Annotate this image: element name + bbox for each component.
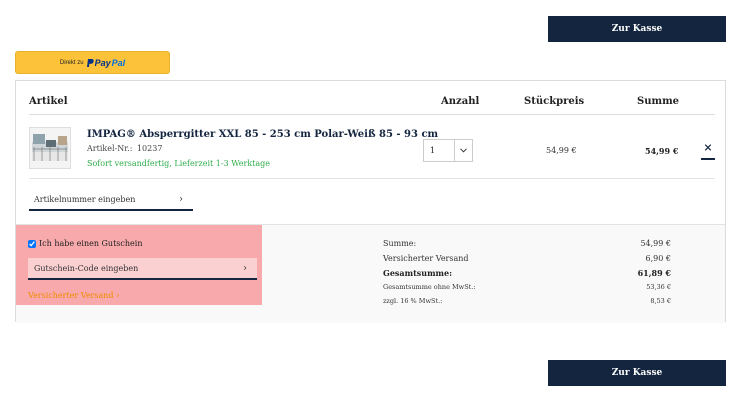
totals-value: 61,89 €	[637, 268, 671, 278]
totals-value: 6,90 €	[645, 253, 671, 263]
article-number-placeholder: Artikelnummer eingeben	[34, 194, 136, 204]
cart-summary-area: Ich habe einen Gutschein Gutschein-Code …	[16, 224, 725, 323]
checkout-button-bottom[interactable]: Zur Kasse	[548, 360, 726, 386]
product-article-number: Artikel-Nr.: 10237	[87, 144, 162, 153]
line-total: 54,99 €	[645, 146, 679, 156]
remove-underline	[701, 158, 715, 160]
product-image-icon	[30, 128, 70, 168]
paypal-brand-pal: Pal	[111, 57, 126, 68]
totals-value: 54,99 €	[640, 239, 671, 248]
voucher-checkbox-label: Ich habe einen Gutschein	[39, 239, 143, 248]
product-availability: Sofort versandfertig, Lieferzeit 1-3 Wer…	[87, 159, 271, 168]
totals-label: Gesamtsumme:	[383, 268, 453, 278]
voucher-checkbox[interactable]	[28, 239, 36, 248]
paypal-express-button[interactable]: Direkt zu Pay Pal	[15, 51, 170, 74]
totals-table: Summe: 54,99 € Versicherter Versand 6,90…	[383, 239, 671, 312]
header-anzahl: Anzahl	[441, 96, 480, 107]
remove-item-button[interactable]: ×	[702, 141, 714, 154]
row-divider	[29, 178, 715, 179]
insured-shipping-link[interactable]: Versicherter Versand ›	[28, 291, 119, 300]
quantity-select[interactable]: 1	[423, 139, 473, 162]
voucher-code-input[interactable]: Gutschein-Code eingeben ›	[28, 258, 257, 280]
cart-table-header: Artikel Anzahl Stückpreis Summe	[16, 81, 725, 113]
chevron-right-icon: ›	[243, 262, 247, 274]
totals-row-summe: Summe: 54,99 €	[383, 239, 671, 254]
header-stueckpreis: Stückpreis	[524, 96, 585, 107]
paypal-icon	[86, 58, 94, 67]
header-summe: Summe	[637, 96, 680, 107]
product-name-link[interactable]: IMPAG® Absperrgitter XXL 85 - 253 cm Pol…	[87, 129, 438, 140]
totals-value: 53,36 €	[646, 282, 671, 291]
artnr-label: Artikel-Nr.:	[87, 144, 133, 153]
header-artikel: Artikel	[29, 96, 68, 107]
header-divider	[29, 114, 715, 115]
cart-panel: Artikel Anzahl Stückpreis Summe IMPAG® A…	[15, 80, 726, 323]
totals-label: zzgl. 16 % MwSt.:	[383, 297, 443, 305]
product-thumbnail[interactable]	[29, 127, 71, 169]
article-number-input[interactable]: Artikelnummer eingeben ›	[29, 189, 193, 211]
chevron-down-icon	[454, 140, 472, 161]
paypal-logo: Pay Pal	[86, 57, 126, 68]
chevron-right-icon: ›	[179, 193, 183, 205]
quantity-value: 1	[430, 146, 436, 155]
totals-label: Summe:	[383, 239, 417, 248]
artnr-value: 10237	[136, 144, 163, 153]
totals-row-vat: zzgl. 16 % MwSt.: 8,53 €	[383, 297, 671, 312]
totals-row-net: Gesamtsumme ohne MwSt.: 53,36 €	[383, 283, 671, 298]
paypal-brand-pay: Pay	[94, 57, 111, 68]
voucher-section: Ich habe einen Gutschein Gutschein-Code …	[16, 225, 262, 305]
voucher-checkbox-row[interactable]: Ich habe einen Gutschein	[28, 239, 142, 248]
checkout-button-top[interactable]: Zur Kasse	[548, 16, 726, 42]
totals-label: Versicherter Versand	[383, 253, 469, 263]
totals-label: Gesamtsumme ohne MwSt.:	[383, 282, 476, 291]
totals-row-shipping: Versicherter Versand 6,90 €	[383, 254, 671, 269]
totals-row-grand-total: Gesamtsumme: 61,89 €	[383, 268, 671, 283]
paypal-prefix: Direkt zu	[59, 59, 84, 66]
totals-value: 8,53 €	[650, 297, 671, 305]
voucher-code-placeholder: Gutschein-Code eingeben	[34, 263, 139, 273]
unit-price: 54,99 €	[546, 146, 577, 155]
